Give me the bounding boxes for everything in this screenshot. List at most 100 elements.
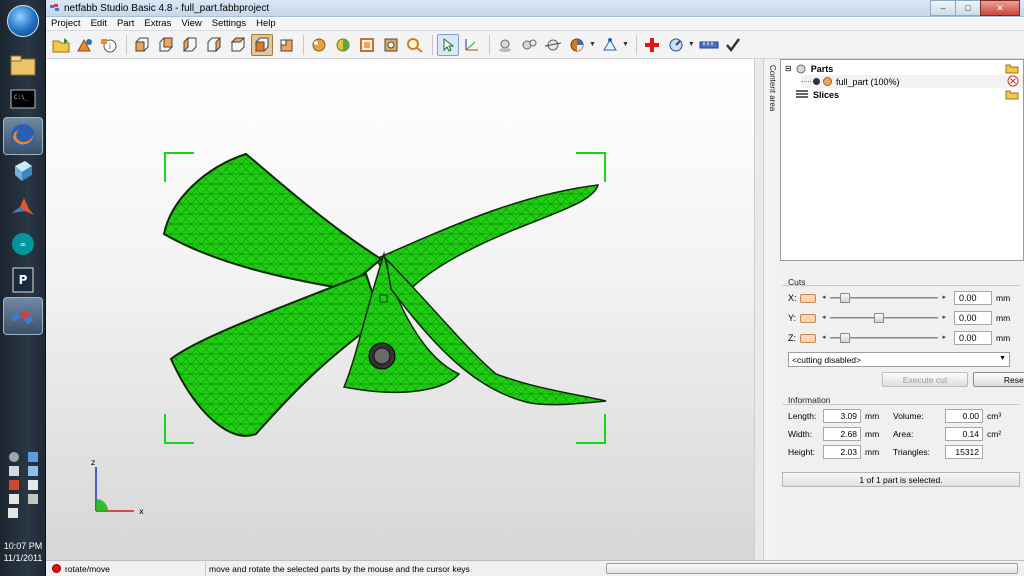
- cut-y-slider[interactable]: ◂ ▸: [822, 313, 946, 323]
- taskbar-firefox[interactable]: [3, 117, 43, 155]
- view-left-icon[interactable]: [179, 34, 201, 56]
- monitor-icon[interactable]: [8, 466, 19, 476]
- dropdown-caret-icon[interactable]: ▼: [688, 41, 695, 48]
- wifi-icon[interactable]: [27, 494, 38, 504]
- cut-z-slider[interactable]: ◂ ▸: [822, 333, 946, 343]
- move-icon[interactable]: [494, 34, 516, 56]
- height-label: Height:: [788, 447, 815, 457]
- menu-project[interactable]: Project: [46, 18, 86, 29]
- cut-x-toggle[interactable]: [800, 293, 816, 303]
- view-front-icon[interactable]: [131, 34, 153, 56]
- taskbar-file-explorer[interactable]: [3, 46, 43, 84]
- menu-extras[interactable]: Extras: [139, 18, 176, 29]
- view-bottom-icon[interactable]: [251, 33, 273, 56]
- checkmark-icon[interactable]: [722, 34, 744, 56]
- part-color-icon[interactable]: [823, 77, 832, 86]
- title-bar[interactable]: netfabb Studio Basic 4.8 - full_part.fab…: [46, 0, 1024, 17]
- measure-icon[interactable]: [599, 34, 621, 56]
- volume-icon[interactable]: [8, 508, 18, 518]
- visibility-icon[interactable]: [813, 78, 820, 85]
- collapse-icon[interactable]: ⊟: [785, 64, 792, 73]
- add-part-icon[interactable]: [74, 34, 96, 56]
- menu-view[interactable]: View: [176, 18, 206, 29]
- toolbar-separator: [635, 34, 637, 55]
- drive-icon[interactable]: [27, 466, 38, 476]
- folder-open-icon[interactable]: [1005, 88, 1019, 100]
- tree-item-parts[interactable]: ⊟ Parts: [785, 62, 833, 75]
- panel-splitter[interactable]: [754, 59, 764, 560]
- taskbar-processing[interactable]: P: [3, 261, 43, 299]
- cut-y-thumb[interactable]: [874, 313, 885, 323]
- clock[interactable]: 10:07 PM 11/1/2011: [0, 540, 46, 564]
- menu-help[interactable]: Help: [251, 18, 281, 29]
- view-right-icon[interactable]: [203, 34, 225, 56]
- view-perspective-icon[interactable]: [275, 34, 297, 56]
- battery-warning-icon[interactable]: [8, 480, 19, 490]
- reset-button[interactable]: Reset: [973, 372, 1024, 387]
- taskbar-arduino[interactable]: ∞: [3, 225, 43, 263]
- cut-z-toggle[interactable]: [800, 333, 816, 343]
- svg-text:C:\_: C:\_: [14, 94, 29, 101]
- cut-z-unit: mm: [996, 333, 1011, 343]
- 3d-viewport[interactable]: z x: [46, 59, 754, 560]
- content-area-tab[interactable]: Content area: [765, 59, 779, 560]
- taskbar-3d-app[interactable]: [3, 152, 43, 190]
- execute-cut-button[interactable]: Execute cut: [882, 372, 968, 387]
- menu-edit[interactable]: Edit: [86, 18, 112, 29]
- repair-icon[interactable]: [308, 34, 330, 56]
- command-prompt-icon: C:\_: [10, 89, 36, 109]
- cut-y-unit: mm: [996, 313, 1011, 323]
- add-red-cross-icon[interactable]: [641, 34, 663, 56]
- fit-icon[interactable]: [380, 34, 402, 56]
- frame-icon[interactable]: [356, 34, 378, 56]
- height-unit: mm: [865, 447, 880, 457]
- scale-icon[interactable]: [518, 34, 540, 56]
- dropdown-caret-icon[interactable]: ▼: [589, 41, 596, 48]
- svg-text:∞: ∞: [20, 240, 27, 249]
- network-share-icon[interactable]: [27, 452, 38, 462]
- taskbar-command-prompt[interactable]: C:\_: [3, 80, 43, 118]
- view-top-icon[interactable]: [227, 34, 249, 56]
- cut-icon[interactable]: [542, 34, 564, 56]
- rotate-icon[interactable]: [461, 34, 483, 56]
- taskbar-matlab[interactable]: [3, 189, 43, 227]
- toolbar-separator: [303, 34, 304, 55]
- select-arrow-icon[interactable]: [437, 33, 459, 56]
- cut-z-value[interactable]: 0.00: [954, 331, 992, 345]
- cut-x-value[interactable]: 0.00: [954, 291, 992, 305]
- cut-y-value[interactable]: 0.00: [954, 311, 992, 325]
- ruler-icon[interactable]: [698, 34, 720, 56]
- open-folder-icon[interactable]: [50, 34, 72, 56]
- length-value: 3.09: [823, 409, 861, 423]
- dropdown-caret-icon[interactable]: ▼: [622, 41, 629, 48]
- cut-y-toggle[interactable]: [800, 313, 816, 323]
- part-info-icon[interactable]: i: [98, 34, 120, 56]
- cut-x-thumb[interactable]: [839, 293, 850, 303]
- tree-item-slices[interactable]: Slices: [795, 88, 839, 101]
- maximize-button[interactable]: □: [955, 0, 981, 16]
- menu-part[interactable]: Part: [112, 18, 139, 29]
- cut-z-thumb[interactable]: [839, 333, 850, 343]
- status-bar: rotate/move move and rotate the selected…: [46, 560, 1024, 576]
- propeller-model[interactable]: z x: [46, 59, 754, 560]
- minimize-button[interactable]: –: [930, 0, 956, 16]
- view-back-icon[interactable]: [155, 34, 177, 56]
- zoom-icon[interactable]: [404, 34, 426, 56]
- slices-icon: [796, 90, 808, 98]
- power-icon[interactable]: [8, 494, 19, 504]
- cut-x-slider[interactable]: ◂ ▸: [822, 293, 946, 303]
- start-button[interactable]: [3, 2, 43, 40]
- flag-icon[interactable]: [27, 480, 38, 490]
- bluetooth-icon[interactable]: [8, 452, 19, 462]
- pie-chart-icon[interactable]: [566, 34, 588, 56]
- menu-settings[interactable]: Settings: [207, 18, 251, 29]
- gauge-icon[interactable]: [665, 34, 687, 56]
- folder-open-icon[interactable]: [1005, 62, 1019, 74]
- toolbar-separator: [126, 34, 127, 55]
- shade-icon[interactable]: [332, 34, 354, 56]
- remove-part-icon[interactable]: [1007, 75, 1019, 87]
- tree-item-full-part[interactable]: full_part (100%): [801, 75, 1023, 88]
- cutting-mode-select[interactable]: <cutting disabled> ▼: [788, 352, 1010, 367]
- taskbar-netfabb[interactable]: [3, 297, 43, 335]
- close-button[interactable]: ✕: [980, 0, 1020, 16]
